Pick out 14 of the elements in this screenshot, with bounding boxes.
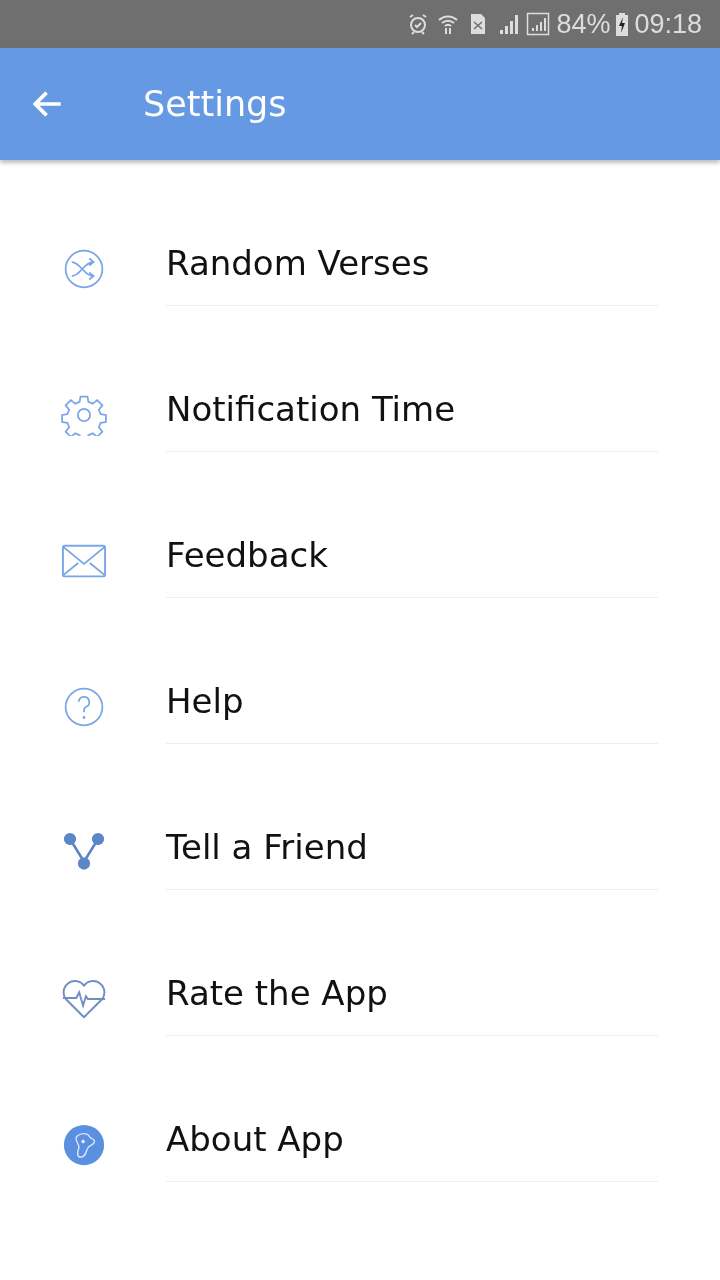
settings-item[interactable]: Random Verses (166, 241, 430, 285)
settings-item[interactable]: About App (166, 1117, 344, 1161)
screen-title: Settings (143, 84, 287, 124)
settings-item[interactable]: Tell a Friend (166, 825, 368, 869)
heartbeat-icon (61, 978, 107, 1020)
gear-icon (61, 394, 107, 436)
signal-icon (526, 12, 551, 36)
settings-item[interactable]: Feedback (166, 533, 328, 577)
settings-item[interactable]: Rate the App (166, 971, 388, 1015)
battery-percentage: 84% (556, 8, 611, 40)
settings-item[interactable]: Notification Time (166, 387, 456, 431)
clock-time: 09:18 (634, 8, 702, 40)
settings-item[interactable]: Help (166, 679, 244, 723)
battery-charging-icon (616, 12, 629, 36)
